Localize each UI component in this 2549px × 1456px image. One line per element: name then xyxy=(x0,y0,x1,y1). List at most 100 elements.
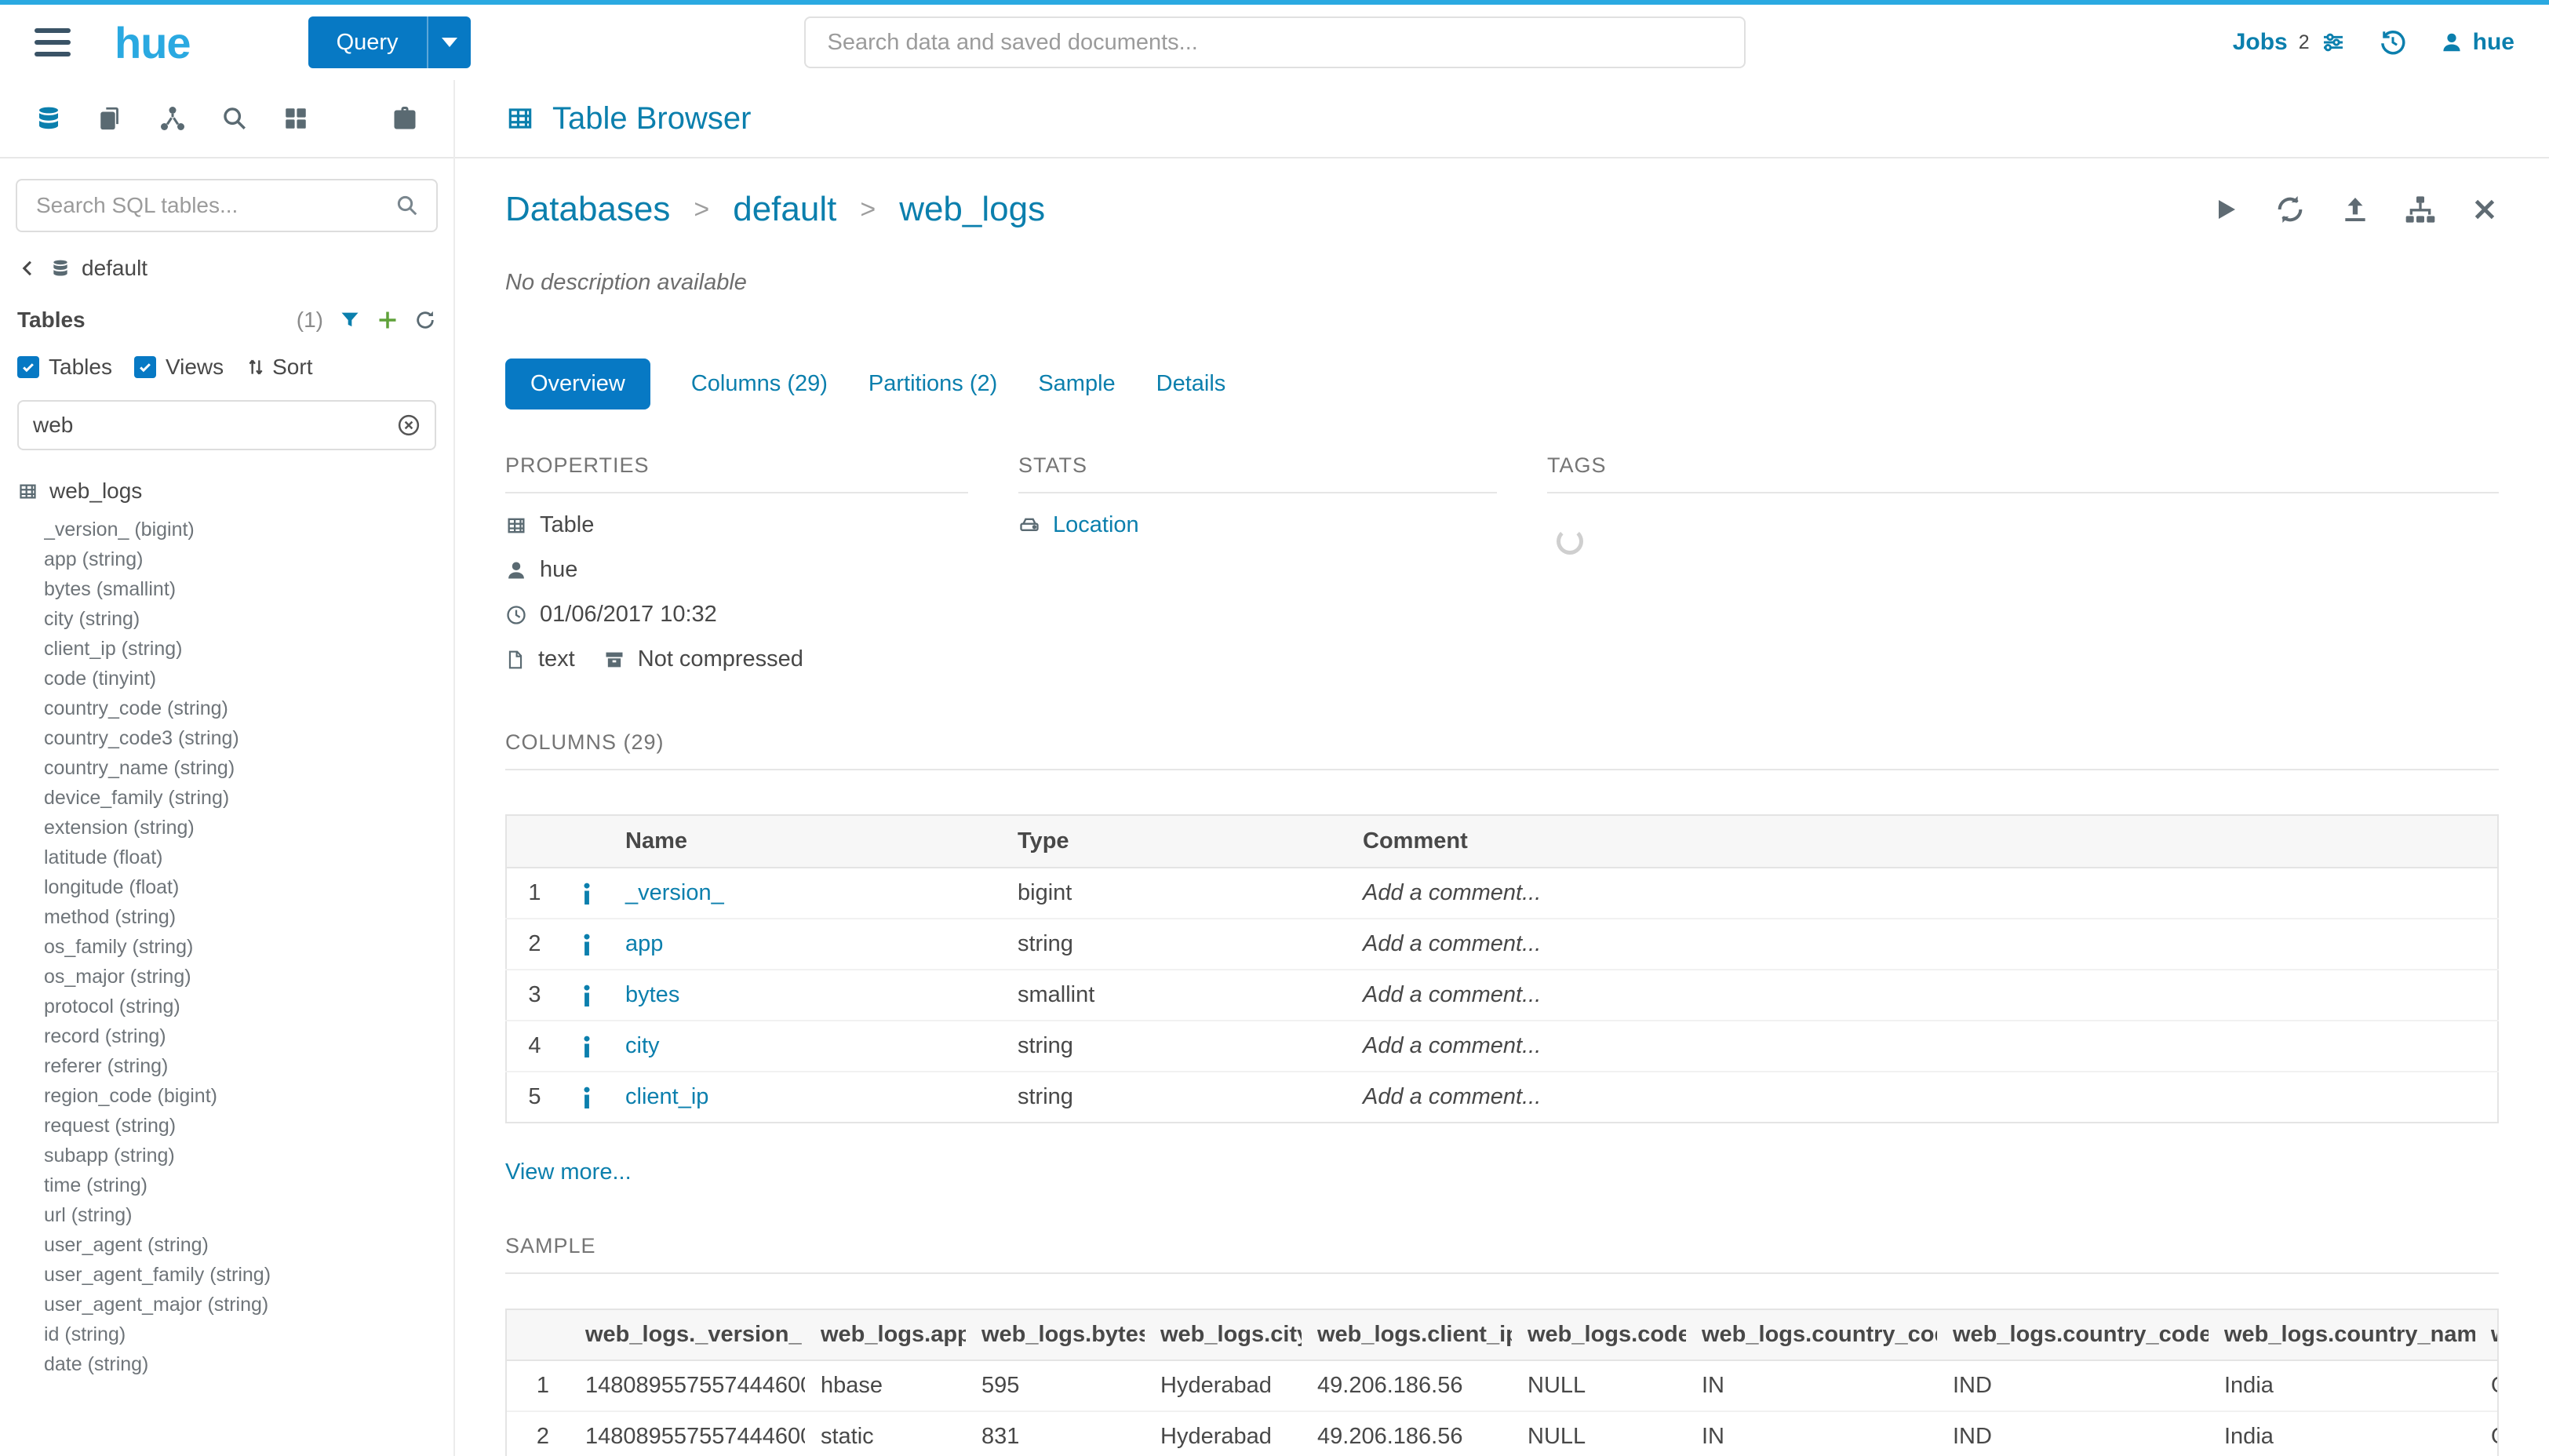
tables-checkbox-label[interactable]: Tables xyxy=(49,355,112,380)
sample-header-row: web_logs._version_ web_logs.app web_logs… xyxy=(507,1310,2499,1360)
location-link[interactable]: Location xyxy=(1053,512,1139,538)
sidebar-table-web-logs[interactable]: web_logs xyxy=(17,479,453,504)
column-list-item[interactable]: app (string) xyxy=(44,544,453,574)
query-button[interactable]: Query xyxy=(308,16,427,68)
sql-tables-search-input[interactable] xyxy=(17,193,378,218)
views-checkbox-label[interactable]: Views xyxy=(166,355,224,380)
close-button[interactable] xyxy=(2471,195,2499,224)
column-list-item[interactable]: code (tinyint) xyxy=(44,664,453,693)
column-list-item[interactable]: country_code3 (string) xyxy=(44,723,453,753)
column-list-item[interactable]: user_agent (string) xyxy=(44,1230,453,1260)
info-icon[interactable] xyxy=(581,934,592,956)
column-comment[interactable]: Add a comment... xyxy=(1349,970,2498,1021)
history-button[interactable] xyxy=(2379,28,2407,56)
column-list-item[interactable]: latitude (float) xyxy=(44,843,453,872)
view-more-link[interactable]: View more... xyxy=(505,1159,632,1185)
column-list-item[interactable]: os_family (string) xyxy=(44,932,453,962)
column-name-link[interactable]: client_ip xyxy=(625,1084,708,1109)
table-filter-input[interactable] xyxy=(33,413,397,438)
filter-funnel-icon[interactable] xyxy=(339,309,361,331)
column-list-item[interactable]: country_name (string) xyxy=(44,753,453,783)
info-icon[interactable] xyxy=(581,985,592,1006)
header-name: Name xyxy=(611,815,1003,868)
refresh-icon[interactable] xyxy=(414,309,436,331)
tab-details[interactable]: Details xyxy=(1156,359,1226,410)
hamburger-menu-icon[interactable] xyxy=(35,28,71,56)
column-list-item[interactable]: method (string) xyxy=(44,902,453,932)
search-panel-icon[interactable] xyxy=(221,105,248,132)
sort-toggle[interactable]: Sort xyxy=(246,355,312,380)
clear-filter-icon[interactable] xyxy=(397,413,421,437)
global-search-input[interactable] xyxy=(828,30,1722,56)
views-checkbox[interactable] xyxy=(134,356,156,378)
column-list-item[interactable]: subapp (string) xyxy=(44,1141,453,1170)
cluster-panel-icon[interactable] xyxy=(158,104,187,133)
column-name-link[interactable]: bytes xyxy=(625,982,679,1007)
jobs-label: Jobs xyxy=(2233,29,2288,56)
info-icon[interactable] xyxy=(581,1036,592,1057)
user-menu[interactable]: hue xyxy=(2440,29,2514,56)
documents-panel-icon[interactable] xyxy=(97,105,124,132)
column-list-item[interactable]: time (string) xyxy=(44,1170,453,1200)
refresh-table-button[interactable] xyxy=(2274,194,2306,225)
info-icon[interactable] xyxy=(581,883,592,905)
column-list-item[interactable]: protocol (string) xyxy=(44,992,453,1021)
column-list-item[interactable]: id (string) xyxy=(44,1320,453,1349)
tab-sample[interactable]: Sample xyxy=(1038,359,1115,410)
query-table-button[interactable] xyxy=(2212,195,2240,224)
tables-checkbox[interactable] xyxy=(17,356,39,378)
column-list-item[interactable]: country_code (string) xyxy=(44,693,453,723)
databases-panel-icon[interactable] xyxy=(35,104,63,133)
apps-panel-icon[interactable] xyxy=(282,105,309,132)
column-list-item[interactable]: date (string) xyxy=(44,1349,453,1379)
properties-section: PROPERTIES Table hue xyxy=(505,453,968,672)
table-description[interactable]: No description available xyxy=(505,270,2499,296)
column-list-item[interactable]: _version_ (bigint) xyxy=(44,515,453,544)
breadcrumb-database-default[interactable]: default xyxy=(733,190,836,229)
tab-columns[interactable]: Columns (29) xyxy=(691,359,828,410)
sql-tables-search-button[interactable] xyxy=(378,180,436,231)
column-list-item[interactable]: city (string) xyxy=(44,604,453,634)
info-icon[interactable] xyxy=(581,1087,592,1108)
column-list-item[interactable]: bytes (smallint) xyxy=(44,574,453,604)
jobs-link[interactable]: Jobs 2 xyxy=(2233,29,2346,56)
column-list-item[interactable]: client_ip (string) xyxy=(44,634,453,664)
chevron-left-icon[interactable] xyxy=(17,257,39,279)
column-list-item[interactable]: extension (string) xyxy=(44,813,453,843)
active-database-label[interactable]: default xyxy=(82,256,147,281)
column-list-item[interactable]: device_family (string) xyxy=(44,783,453,813)
column-list-item[interactable]: longitude (float) xyxy=(44,872,453,902)
table-filter xyxy=(17,400,436,450)
upload-button[interactable] xyxy=(2340,195,2370,224)
sample-cell: O xyxy=(2475,1360,2499,1411)
column-list-item[interactable]: record (string) xyxy=(44,1021,453,1051)
column-comment[interactable]: Add a comment... xyxy=(1349,1072,2498,1123)
column-list-item[interactable]: os_major (string) xyxy=(44,962,453,992)
column-comment[interactable]: Add a comment... xyxy=(1349,868,2498,919)
lineage-button[interactable] xyxy=(2405,194,2436,225)
column-list-item[interactable]: user_agent_family (string) xyxy=(44,1260,453,1290)
column-list-item[interactable]: referer (string) xyxy=(44,1051,453,1081)
briefcase-panel-icon[interactable] xyxy=(391,104,419,133)
breadcrumb-table-web-logs[interactable]: web_logs xyxy=(899,190,1045,229)
column-name-link[interactable]: _version_ xyxy=(625,880,724,905)
sidebar-column-list: _version_ (bigint) app (string) bytes (s… xyxy=(44,515,453,1379)
column-comment[interactable]: Add a comment... xyxy=(1349,1021,2498,1072)
hue-logo[interactable]: hue xyxy=(115,17,191,68)
column-name-link[interactable]: app xyxy=(625,931,663,956)
column-list-item[interactable]: user_agent_major (string) xyxy=(44,1290,453,1320)
tab-overview[interactable]: Overview xyxy=(505,359,650,410)
column-comment[interactable]: Add a comment... xyxy=(1349,919,2498,970)
column-name-link[interactable]: city xyxy=(625,1033,660,1058)
tab-partitions[interactable]: Partitions (2) xyxy=(868,359,997,410)
column-list-item[interactable]: request (string) xyxy=(44,1111,453,1141)
breadcrumb-databases[interactable]: Databases xyxy=(505,190,670,229)
query-dropdown-button[interactable] xyxy=(427,16,471,68)
column-list-item[interactable]: url (string) xyxy=(44,1200,453,1230)
add-icon[interactable] xyxy=(377,309,399,331)
column-list-item[interactable]: region_code (bigint) xyxy=(44,1081,453,1111)
sample-table: web_logs._version_ web_logs.app web_logs… xyxy=(507,1310,2499,1456)
columns-table-row: 1 _version_ bigint Add a comment... xyxy=(506,868,2498,919)
breadcrumb-separator: > xyxy=(694,195,709,225)
sample-cell: IN xyxy=(1686,1411,1937,1456)
